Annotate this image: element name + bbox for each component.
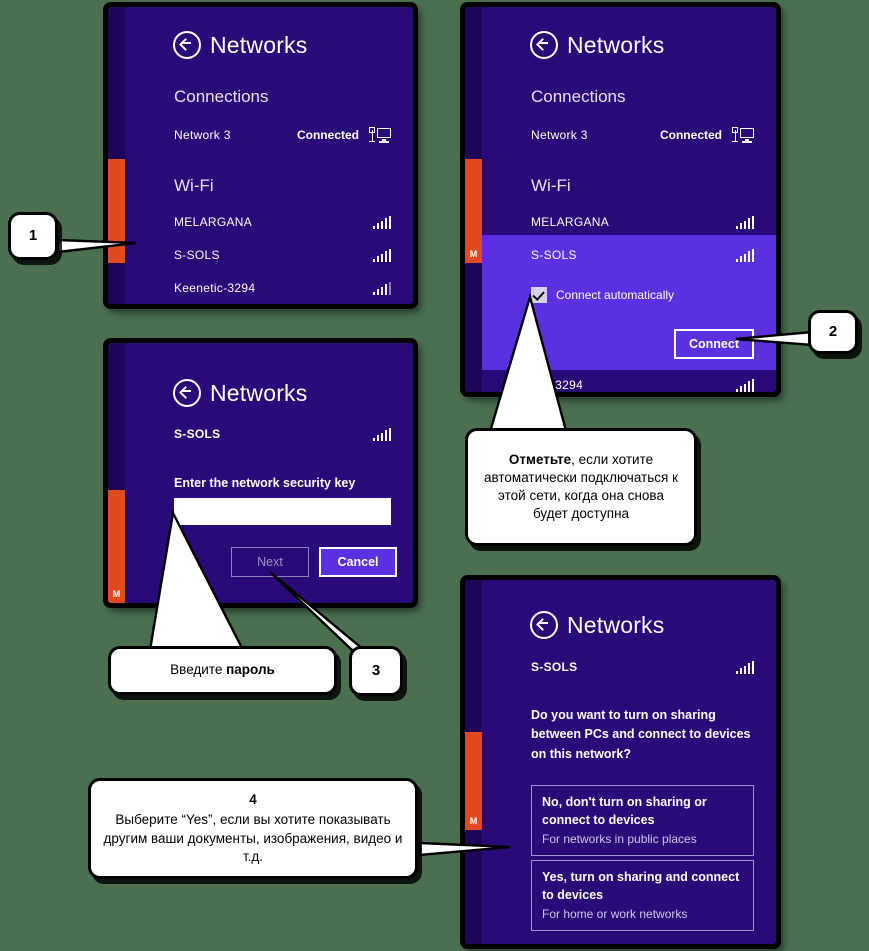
callout-step-2: 2: [808, 310, 858, 354]
callout-step-3: 3: [349, 646, 403, 696]
callout-sharing: 4 Выберите “Yes”, если вы хотите показыв…: [88, 778, 418, 879]
callout-sharing-text: Выберите “Yes”, если вы хотите показыват…: [103, 812, 403, 864]
screenshot-canvas: Networks Connections Network 3 Connected…: [0, 0, 869, 951]
callout-password-plain: Введите: [170, 662, 227, 678]
callout-auto-connect-bold: Отметьте: [508, 451, 572, 467]
callout-password-bold: пароль: [226, 662, 275, 678]
callout-sharing-number: 4: [249, 792, 257, 808]
callout-password: Введите пароль: [108, 646, 337, 695]
callout-step-1: 1: [8, 212, 58, 260]
callout-auto-connect: Отметьте, если хотите автоматически подк…: [465, 428, 697, 546]
